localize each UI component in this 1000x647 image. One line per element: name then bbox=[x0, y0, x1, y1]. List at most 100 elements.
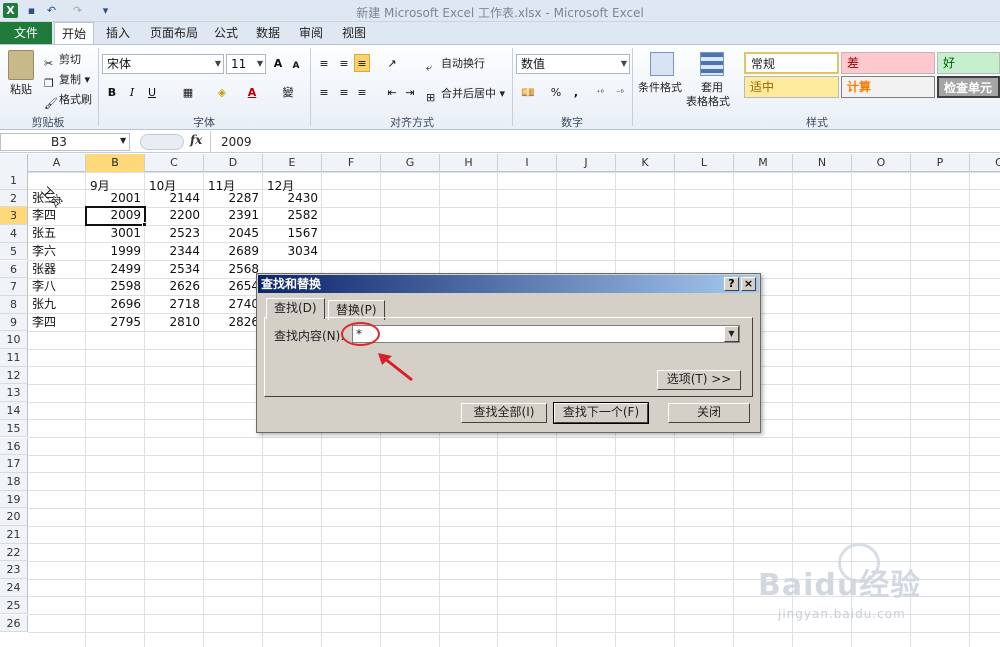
column-header-l[interactable]: L bbox=[675, 154, 734, 172]
row-header-23[interactable]: 23 bbox=[0, 561, 28, 580]
orientation-icon[interactable]: ↗ bbox=[384, 55, 400, 73]
row-header-4[interactable]: 4 bbox=[0, 225, 28, 243]
value-cell[interactable]: 2626 bbox=[145, 278, 204, 296]
select-all-corner[interactable] bbox=[0, 154, 28, 172]
copy-button[interactable]: ❐ 复制 ▾ bbox=[44, 70, 90, 90]
column-header-k[interactable]: K bbox=[616, 154, 675, 172]
tab-view[interactable]: 视图 bbox=[336, 22, 372, 44]
conditional-format-button[interactable]: 条件格式 bbox=[638, 78, 682, 98]
value-cell[interactable]: 2810 bbox=[145, 314, 204, 332]
value-cell[interactable]: 3034 bbox=[263, 243, 322, 261]
value-cell[interactable]: 2689 bbox=[204, 243, 263, 261]
fill-color-icon[interactable]: ◈ bbox=[214, 84, 230, 102]
value-cell[interactable]: 2718 bbox=[145, 296, 204, 314]
row-header-17[interactable]: 17 bbox=[0, 455, 28, 473]
align-center-icon[interactable]: ≡ bbox=[336, 84, 352, 102]
column-header-p[interactable]: P bbox=[911, 154, 970, 172]
column-header-g[interactable]: G bbox=[381, 154, 440, 172]
align-top-icon[interactable]: ≡ bbox=[316, 55, 332, 73]
font-size-combo[interactable]: 11 ▼ bbox=[226, 54, 266, 74]
fill-handle[interactable] bbox=[142, 222, 147, 228]
increase-indent-icon[interactable]: ⇥ bbox=[402, 84, 418, 102]
style-bad[interactable]: 差 bbox=[841, 52, 935, 74]
column-header-b[interactable]: B bbox=[86, 154, 145, 172]
name-cell[interactable]: 张五 bbox=[28, 225, 86, 243]
decrease-decimal-icon[interactable]: ⁻⁰ bbox=[612, 84, 628, 102]
tab-formulas[interactable]: 公式 bbox=[208, 22, 244, 44]
name-cell[interactable]: 张三 bbox=[28, 190, 86, 208]
value-cell[interactable]: 2598 bbox=[86, 278, 145, 296]
number-format-combo[interactable]: 数值 ▼ bbox=[516, 54, 630, 74]
value-cell[interactable]: 2200 bbox=[145, 207, 204, 225]
style-check-cell[interactable]: 检查单元格 bbox=[937, 76, 1000, 98]
comma-button[interactable]: , bbox=[568, 84, 584, 102]
chevron-down-icon[interactable]: ▼ bbox=[120, 136, 126, 145]
row-header-7[interactable]: 7 bbox=[0, 278, 28, 296]
column-header-q[interactable]: Q bbox=[970, 154, 1000, 172]
merge-center-button[interactable]: ⊞ 合并后居中 ▾ bbox=[426, 84, 505, 104]
style-normal[interactable]: 常规 bbox=[744, 52, 839, 74]
find-all-button[interactable]: 查找全部(I) bbox=[461, 403, 547, 423]
value-cell[interactable]: 2144 bbox=[145, 190, 204, 208]
name-cell[interactable]: 张九 bbox=[28, 296, 86, 314]
row-header-11[interactable]: 11 bbox=[0, 349, 28, 367]
table-format-icon[interactable] bbox=[700, 52, 724, 76]
value-cell[interactable]: 2001 bbox=[86, 190, 145, 208]
value-cell[interactable]: 2826 bbox=[204, 314, 263, 332]
style-good[interactable]: 好 bbox=[937, 52, 1000, 74]
value-cell[interactable]: 2696 bbox=[86, 296, 145, 314]
paste-icon[interactable] bbox=[8, 50, 34, 80]
row-header-1[interactable]: 1 bbox=[0, 172, 28, 190]
grow-font-button[interactable]: A bbox=[270, 55, 286, 73]
undo-icon[interactable]: ↶ bbox=[44, 3, 59, 18]
name-box[interactable]: B3 bbox=[0, 133, 130, 151]
find-input[interactable]: * bbox=[352, 325, 740, 343]
tab-find[interactable]: 查找(D) bbox=[266, 298, 325, 319]
row-header-21[interactable]: 21 bbox=[0, 526, 28, 544]
value-cell[interactable]: 2795 bbox=[86, 314, 145, 332]
tab-review[interactable]: 审阅 bbox=[293, 22, 329, 44]
excel-logo-icon[interactable]: X bbox=[3, 3, 18, 18]
cut-button[interactable]: ✂ 剪切 bbox=[44, 50, 81, 70]
tab-page-layout[interactable]: 页面布局 bbox=[142, 22, 206, 44]
formula-bar-splitter[interactable] bbox=[140, 134, 184, 150]
row-header-18[interactable]: 18 bbox=[0, 472, 28, 491]
tab-data[interactable]: 数据 bbox=[250, 22, 286, 44]
value-cell[interactable]: 2740 bbox=[204, 296, 263, 314]
options-button[interactable]: 选项(T) >> bbox=[657, 370, 741, 390]
currency-icon[interactable]: 💴 bbox=[520, 84, 536, 102]
name-cell[interactable]: 李八 bbox=[28, 278, 86, 296]
help-button[interactable]: ? bbox=[724, 277, 739, 291]
tab-insert[interactable]: 插入 bbox=[98, 22, 138, 44]
font-color-icon[interactable]: A bbox=[244, 84, 260, 102]
formula-input[interactable]: 2009 bbox=[210, 131, 1000, 153]
align-right-icon[interactable]: ≡ bbox=[354, 84, 370, 102]
row-header-26[interactable]: 26 bbox=[0, 614, 28, 633]
column-header-a[interactable]: A bbox=[28, 154, 86, 172]
customize-qat-icon[interactable]: ▾ bbox=[98, 3, 113, 18]
row-header-2[interactable]: 2 bbox=[0, 189, 28, 208]
row-header-16[interactable]: 16 bbox=[0, 437, 28, 456]
row-header-13[interactable]: 13 bbox=[0, 384, 28, 403]
format-painter-button[interactable]: 🖌格式刷 bbox=[44, 90, 92, 110]
value-cell[interactable]: 2654 bbox=[204, 278, 263, 296]
row-header-9[interactable]: 9 bbox=[0, 313, 28, 332]
italic-button[interactable]: I bbox=[124, 84, 140, 102]
value-cell[interactable]: 2523 bbox=[145, 225, 204, 243]
tab-file[interactable]: 文件 bbox=[0, 22, 52, 44]
column-header-i[interactable]: I bbox=[498, 154, 557, 172]
column-header-f[interactable]: F bbox=[322, 154, 381, 172]
borders-icon[interactable]: ▦ bbox=[180, 84, 196, 102]
row-header-8[interactable]: 8 bbox=[0, 295, 28, 314]
redo-icon[interactable]: ↷ bbox=[70, 3, 85, 18]
row-header-14[interactable]: 14 bbox=[0, 402, 28, 420]
column-header-m[interactable]: M bbox=[734, 154, 793, 172]
row-header-20[interactable]: 20 bbox=[0, 508, 28, 526]
style-calculation[interactable]: 计算 bbox=[841, 76, 935, 98]
value-cell[interactable]: 2391 bbox=[204, 207, 263, 225]
align-middle-icon[interactable]: ≡ bbox=[336, 55, 352, 73]
table-format-label-2[interactable]: 表格格式 bbox=[686, 92, 730, 112]
phonetic-icon[interactable]: 變 bbox=[280, 84, 296, 102]
row-header-19[interactable]: 19 bbox=[0, 490, 28, 509]
tab-home[interactable]: 开始 bbox=[54, 22, 94, 45]
